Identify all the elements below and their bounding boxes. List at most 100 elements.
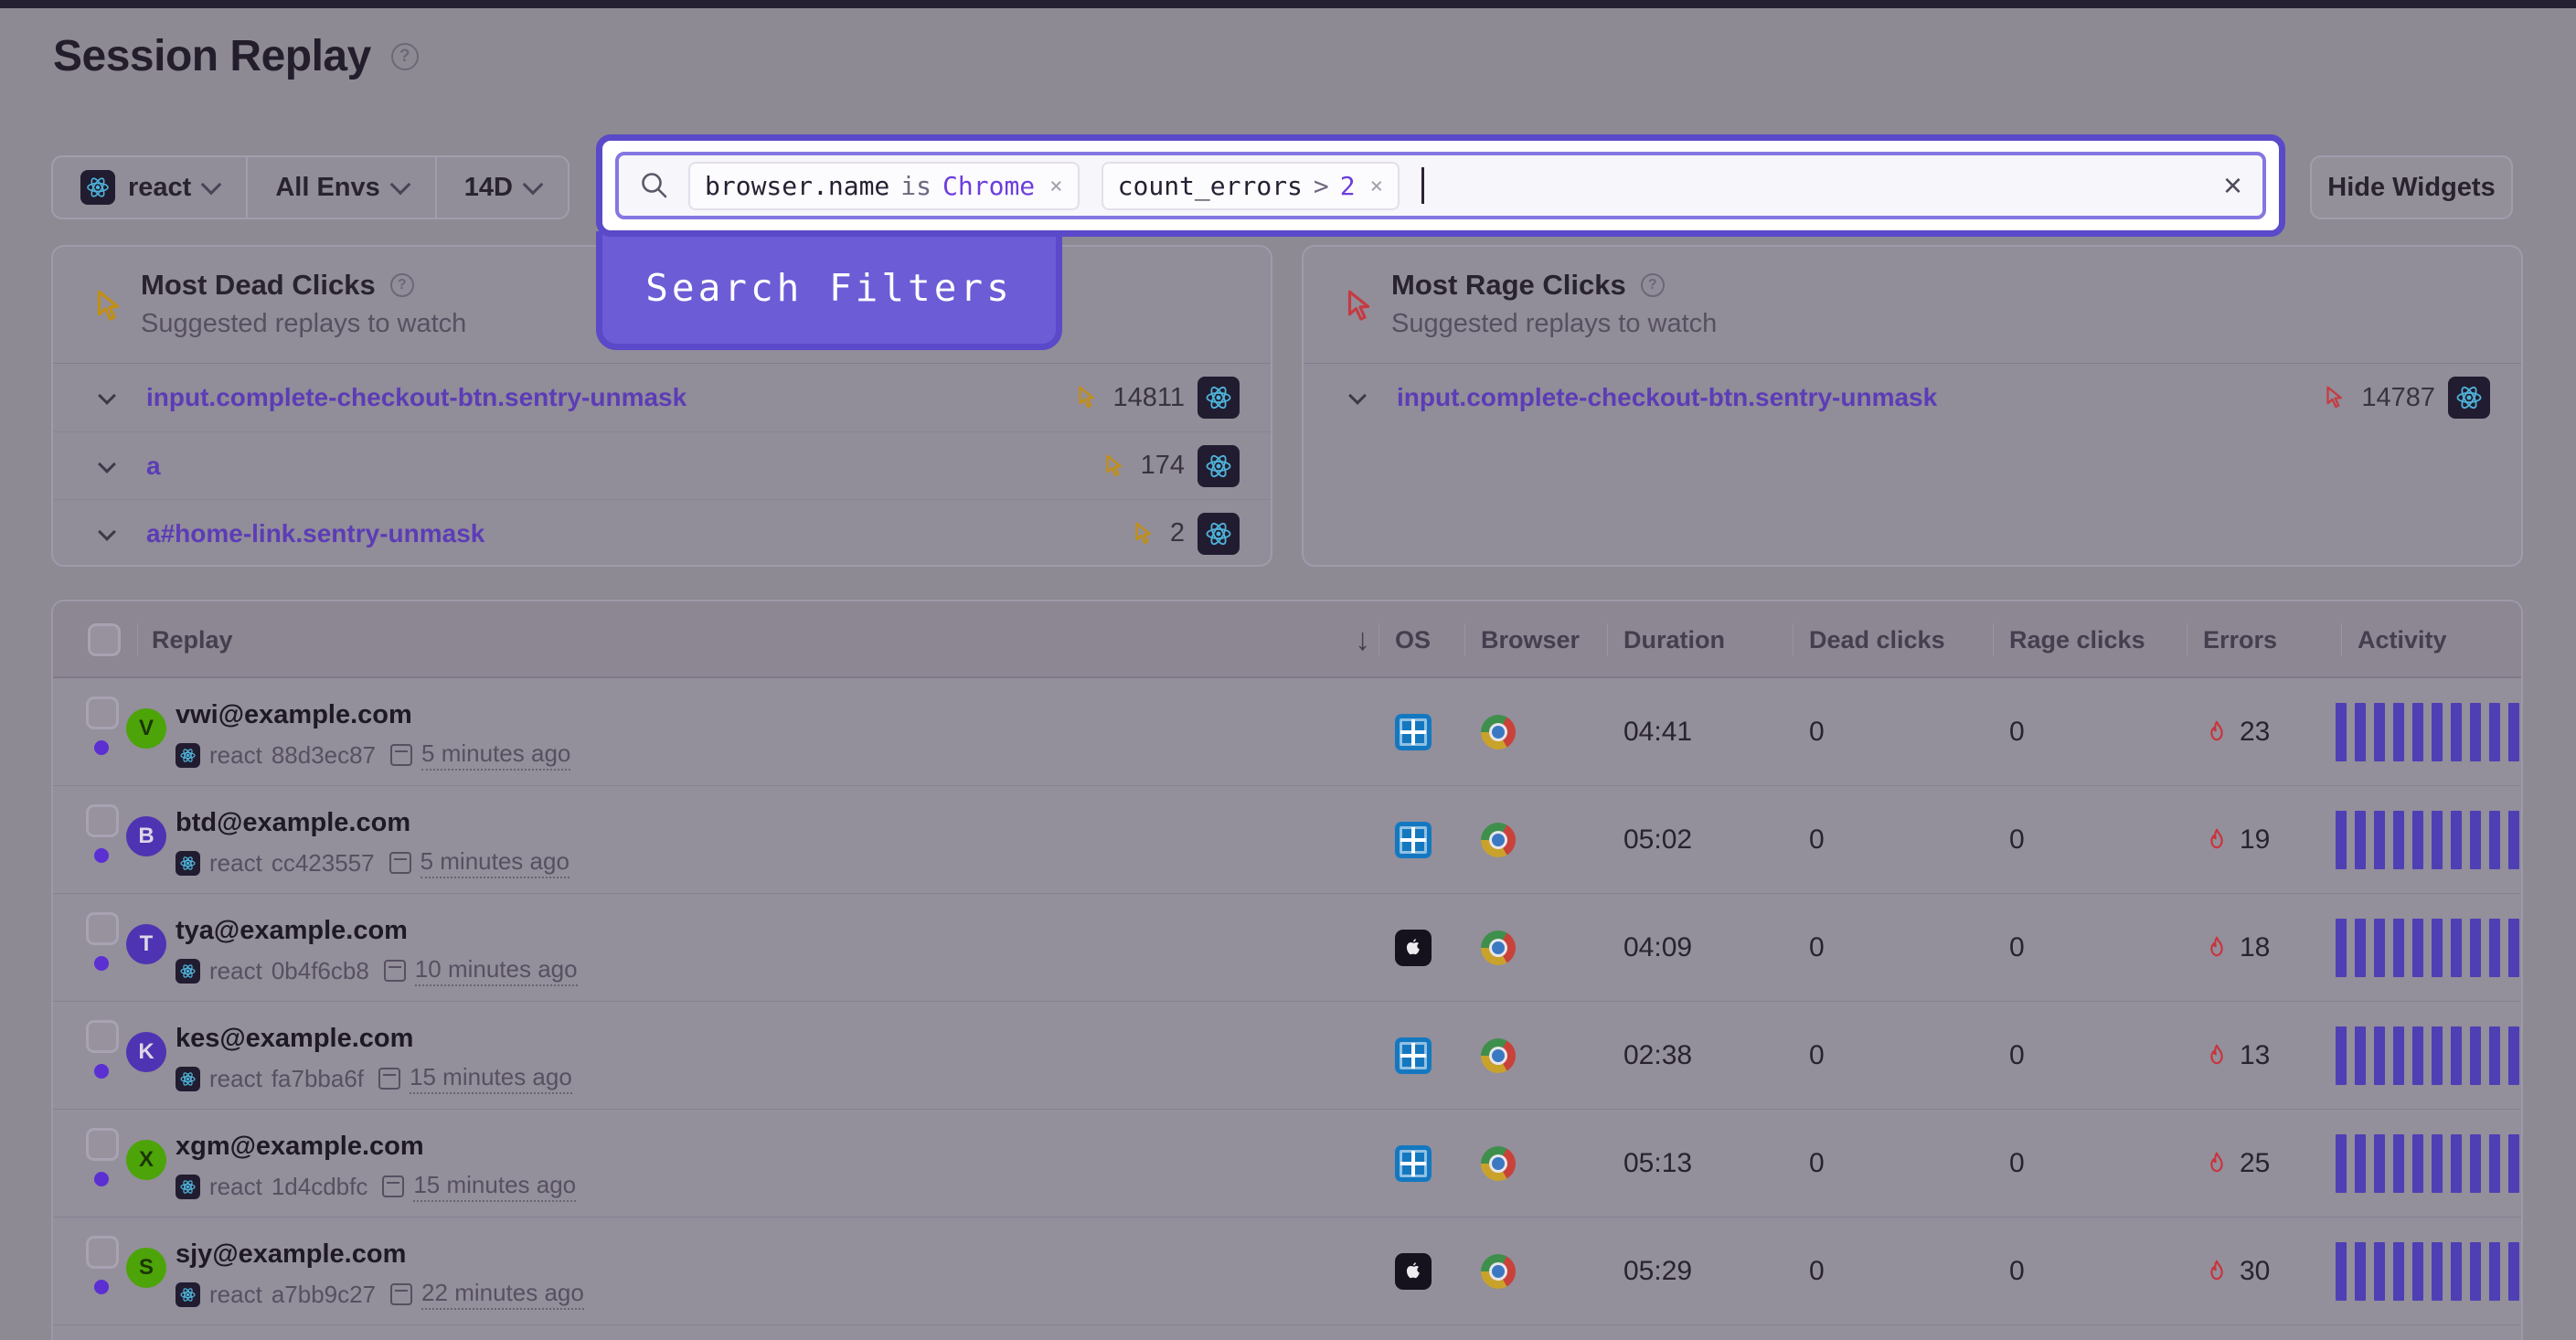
replay-id: a7bb9c27	[271, 1281, 376, 1309]
search-token-count-errors[interactable]: count_errors > 2 ×	[1102, 162, 1400, 210]
replay-timestamp[interactable]: 5 minutes ago	[421, 739, 570, 771]
windows-os-icon	[1395, 1037, 1432, 1074]
column-header-errors[interactable]: Errors	[2187, 601, 2341, 678]
replay-user-link[interactable]: xgm@example.com	[176, 1132, 576, 1162]
dead-clicks-value: 0	[1793, 786, 1993, 894]
row-checkbox[interactable]	[86, 804, 119, 837]
column-header-replay[interactable]: Replay	[135, 601, 1378, 678]
errors-value: 19	[2240, 824, 2270, 856]
hide-widgets-button[interactable]: Hide Widgets	[2310, 155, 2513, 219]
help-icon[interactable]: ?	[391, 43, 419, 70]
search-input[interactable]: browser.name is Chrome × count_errors > …	[615, 152, 2266, 219]
calendar-icon	[389, 852, 411, 874]
errors-value: 30	[2240, 1256, 2270, 1287]
replay-timestamp[interactable]: 5 minutes ago	[420, 847, 569, 878]
expand-chevron-icon[interactable]	[98, 387, 116, 405]
clear-search-icon[interactable]: ×	[2223, 169, 2242, 202]
expand-chevron-icon[interactable]	[98, 455, 116, 473]
dead-clicks-value: 0	[1793, 1110, 1993, 1218]
row-checkbox[interactable]	[86, 1020, 119, 1053]
table-row[interactable]: T tya@example.com react 0b4f6cb8 10 minu…	[53, 894, 2521, 1002]
search-token-browser-name[interactable]: browser.name is Chrome ×	[688, 162, 1080, 210]
row-checkbox[interactable]	[86, 1236, 119, 1269]
table-row[interactable]: B btd@example.com react cc423557 5 minut…	[53, 786, 2521, 894]
replay-user-link[interactable]: tya@example.com	[176, 916, 578, 946]
row-checkbox[interactable]	[86, 697, 119, 729]
react-project-icon	[176, 851, 200, 876]
fire-icon	[2203, 826, 2230, 854]
text-cursor	[1421, 167, 1424, 204]
calendar-icon	[382, 1175, 404, 1197]
dead-click-cursor-icon	[1130, 520, 1157, 548]
chrome-browser-icon	[1481, 1038, 1516, 1073]
react-project-icon	[176, 1067, 200, 1091]
react-project-icon	[80, 170, 115, 205]
rage-click-cursor-icon	[1340, 287, 1378, 325]
column-header-activity[interactable]: Activity	[2341, 601, 2523, 678]
search-icon	[639, 170, 670, 201]
window-top-strip	[0, 0, 2576, 8]
date-range-label: 14D	[464, 173, 513, 203]
token-remove-icon[interactable]: ×	[1049, 173, 1062, 198]
help-icon[interactable]: ?	[390, 273, 414, 297]
table-row[interactable]: S sjy@example.com react a7bb9c27 22 minu…	[53, 1218, 2521, 1325]
table-row[interactable]: V vwi@example.com react 88d3ec87 5 minut…	[53, 678, 2521, 786]
row-checkbox[interactable]	[86, 912, 119, 945]
replay-timestamp[interactable]: 10 minutes ago	[415, 955, 578, 986]
dead-clicks-value: 0	[1793, 678, 1993, 786]
replay-timestamp[interactable]: 15 minutes ago	[413, 1171, 576, 1202]
column-header-duration[interactable]: Duration	[1607, 601, 1793, 678]
environment-filter-button[interactable]: All Envs	[246, 157, 434, 218]
replay-id: 0b4f6cb8	[271, 957, 369, 985]
calendar-icon	[390, 744, 412, 766]
selector-link[interactable]: a	[146, 452, 161, 481]
react-project-icon	[176, 959, 200, 984]
replay-user-link[interactable]: vwi@example.com	[176, 700, 570, 730]
fire-icon	[2203, 934, 2230, 962]
react-project-icon	[176, 743, 200, 768]
expand-chevron-icon[interactable]	[98, 523, 116, 541]
row-checkbox[interactable]	[86, 1128, 119, 1161]
project-filter-button[interactable]: react	[53, 157, 246, 218]
rage-clicks-value: 0	[1993, 678, 2187, 786]
project-name: react	[209, 1173, 262, 1201]
replay-user-link[interactable]: btd@example.com	[176, 808, 569, 838]
project-name: react	[209, 849, 262, 877]
errors-value: 25	[2240, 1148, 2270, 1179]
unread-indicator	[94, 1064, 109, 1079]
column-header-dead-clicks[interactable]: Dead clicks	[1793, 601, 1993, 678]
expand-chevron-icon[interactable]	[1348, 387, 1367, 405]
replay-timestamp[interactable]: 22 minutes ago	[421, 1279, 584, 1310]
column-header-browser[interactable]: Browser	[1464, 601, 1607, 678]
replay-timestamp[interactable]: 15 minutes ago	[410, 1063, 572, 1094]
chrome-browser-icon	[1481, 715, 1516, 750]
table-row[interactable]: K kes@example.com react fa7bba6f 15 minu…	[53, 1002, 2521, 1110]
duration-value: 05:13	[1607, 1110, 1793, 1218]
date-range-filter-button[interactable]: 14D	[435, 157, 568, 218]
help-icon[interactable]: ?	[1641, 273, 1665, 297]
rage-clicks-row: input.complete-checkout-btn.sentry-unmas…	[1304, 364, 2521, 431]
search-spotlight-annotation: browser.name is Chrome × count_errors > …	[596, 134, 2285, 237]
replay-user-link[interactable]: kes@example.com	[176, 1024, 572, 1054]
select-all-checkbox[interactable]	[88, 623, 121, 656]
sort-descending-icon[interactable]: ↓	[1355, 601, 1370, 678]
dead-click-cursor-icon	[90, 287, 128, 325]
token-remove-icon[interactable]: ×	[1370, 173, 1383, 198]
selector-link[interactable]: input.complete-checkout-btn.sentry-unmas…	[1397, 383, 1937, 412]
column-header-os[interactable]: OS	[1378, 601, 1464, 678]
avatar: V	[126, 708, 166, 749]
project-filter-label: react	[128, 173, 191, 203]
chrome-browser-icon	[1481, 931, 1516, 965]
selector-link[interactable]: a#home-link.sentry-unmask	[146, 519, 484, 548]
column-header-rage-clicks[interactable]: Rage clicks	[1993, 601, 2187, 678]
replay-id: 88d3ec87	[271, 741, 376, 770]
selector-link[interactable]: input.complete-checkout-btn.sentry-unmas…	[146, 383, 687, 412]
replay-user-link[interactable]: sjy@example.com	[176, 1239, 584, 1270]
avatar: B	[126, 816, 166, 856]
table-row[interactable]: X xgm@example.com react 1d4cdbfc 15 minu…	[53, 1110, 2521, 1218]
page-title: Session Replay	[53, 31, 371, 81]
avatar: S	[126, 1248, 166, 1288]
rage-clicks-value: 0	[1993, 786, 2187, 894]
avatar: X	[126, 1140, 166, 1180]
activity-bars	[2336, 919, 2519, 977]
